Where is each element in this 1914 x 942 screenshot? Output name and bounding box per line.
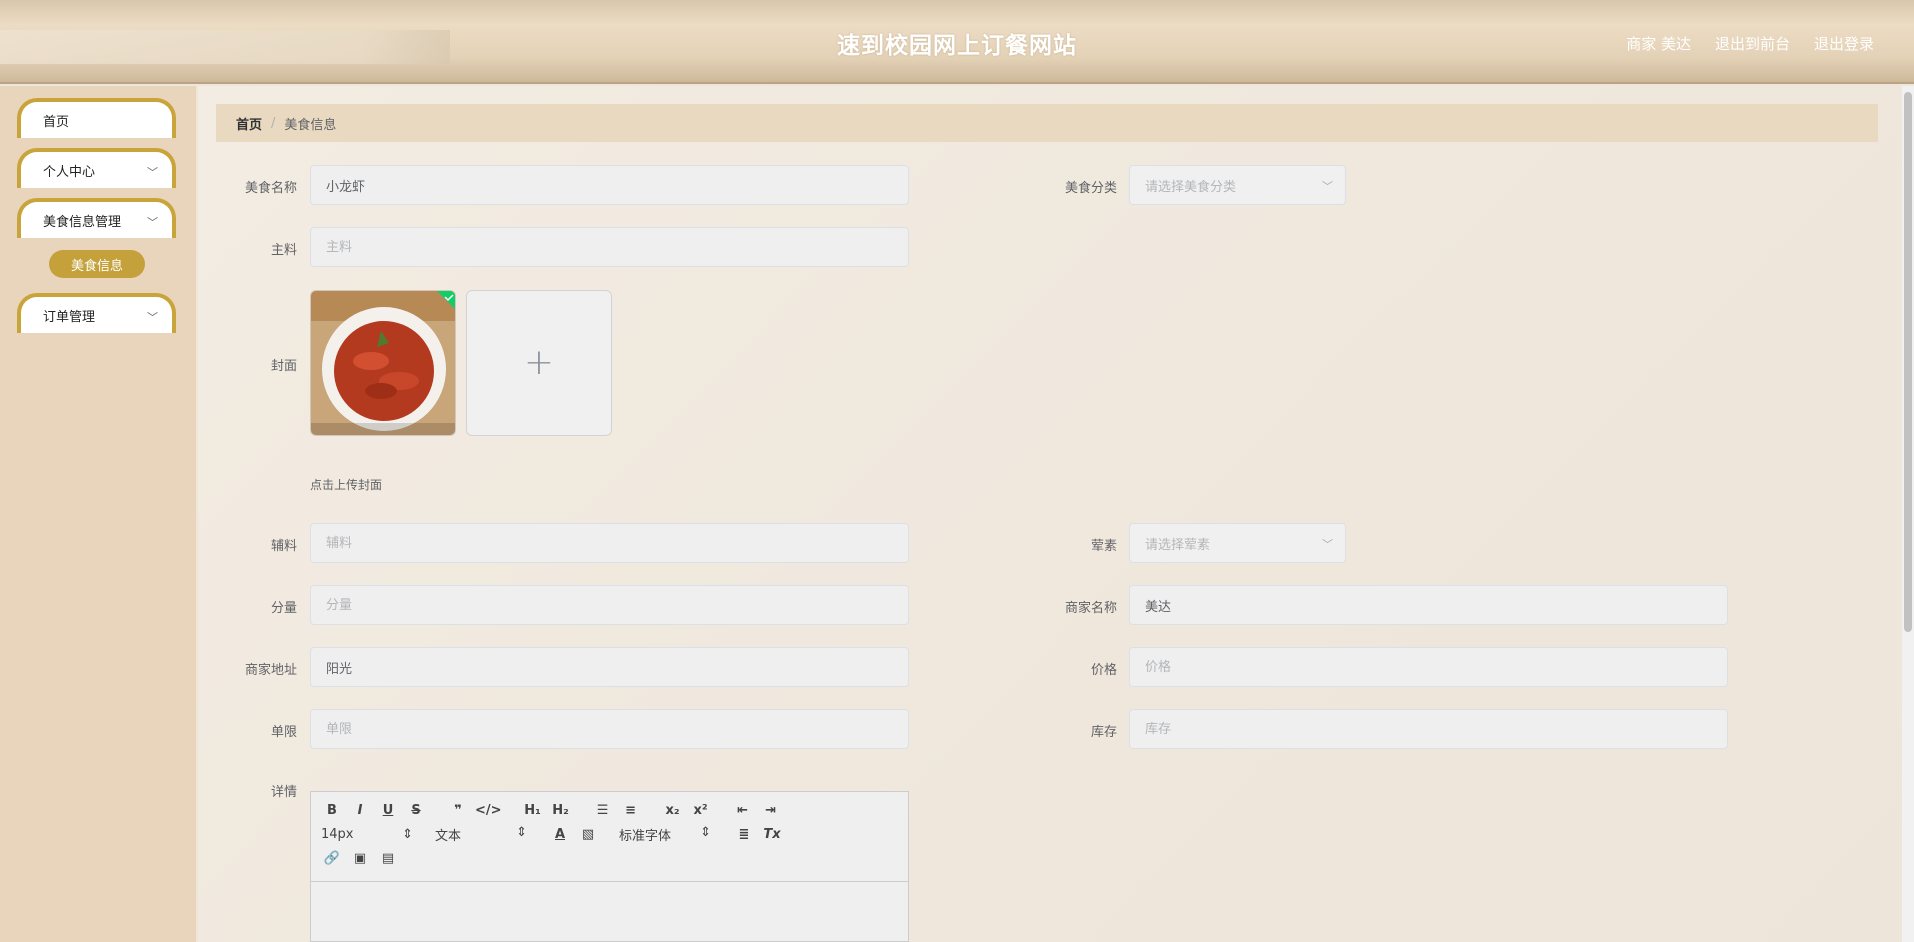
underline-icon[interactable]: U <box>377 803 399 818</box>
image-icon[interactable]: ▣ <box>349 851 371 866</box>
video-icon[interactable]: ▤ <box>377 851 399 866</box>
cover-label: 封面 <box>270 359 297 374</box>
page-scrollbar[interactable] <box>1902 86 1914 942</box>
chevron-down-icon: ﹀ <box>1322 538 1333 551</box>
order-limit-input[interactable] <box>310 709 909 749</box>
updown-icon: ⇕ <box>402 826 413 842</box>
scrollbar-thumb[interactable] <box>1904 92 1912 632</box>
cover-image[interactable] <box>310 290 456 436</box>
sidebar-item-home[interactable]: 首页 <box>17 98 176 138</box>
order-limit-label: 单限 <box>270 725 297 740</box>
sidebar-subitem-food-info[interactable]: 美食信息 <box>49 250 145 278</box>
breadcrumb-separator: / <box>271 115 276 131</box>
text-type-value: 文本 <box>435 828 462 844</box>
meat-veg-placeholder: 请选择荤素 <box>1145 537 1211 553</box>
main-ingredient-label: 主料 <box>270 243 297 258</box>
side-ingredient-label: 辅料 <box>270 539 297 554</box>
font-family-value: 标准字体 <box>619 828 672 844</box>
merchant-address-input[interactable] <box>310 647 909 687</box>
bold-icon[interactable]: B <box>321 803 343 818</box>
breadcrumb: 首页 / 美食信息 <box>216 104 1878 142</box>
breadcrumb-current: 美食信息 <box>284 117 337 133</box>
chevron-down-icon: ﹀ <box>147 216 158 229</box>
superscript-icon[interactable]: x² <box>690 803 712 818</box>
back-to-front-link[interactable]: 退出到前台 <box>1715 33 1790 54</box>
sidebar-item-label: 个人中心 <box>43 164 96 180</box>
code-block-icon[interactable]: </> <box>475 803 502 818</box>
price-label: 价格 <box>1090 663 1117 678</box>
cover-upload-hint: 点击上传封面 <box>310 478 383 492</box>
ordered-list-icon[interactable]: ☰ <box>592 803 614 818</box>
updown-icon: ⇕ <box>700 824 711 840</box>
sidebar-item-food-management[interactable]: 美食信息管理 ﹀ <box>17 198 176 238</box>
strikethrough-icon[interactable]: S <box>405 803 427 818</box>
rich-text-editor: B I U S ❞ </> H₁ H₂ ☰ ≡ x₂ x² ⇤ ⇥ 14px ⇕ … <box>310 791 909 942</box>
top-header: 速到校园网上订餐网站 商家 美达 退出到前台 退出登录 <box>0 0 1914 84</box>
background-color-icon[interactable]: ▧ <box>577 827 599 842</box>
cover-upload-button[interactable]: + <box>466 290 612 436</box>
portion-input[interactable] <box>310 585 909 625</box>
align-icon[interactable]: ≣ <box>733 827 755 842</box>
food-category-placeholder: 请选择美食分类 <box>1145 179 1237 195</box>
price-input[interactable] <box>1129 647 1728 687</box>
text-type-select[interactable]: 文本 ⇕ <box>435 825 527 844</box>
bullet-list-icon[interactable]: ≡ <box>620 803 642 818</box>
side-ingredient-input[interactable] <box>310 523 909 563</box>
merchant-address-label: 商家地址 <box>244 663 297 678</box>
font-size-select[interactable]: 14px ⇕ <box>321 827 413 842</box>
subscript-icon[interactable]: x₂ <box>662 803 684 818</box>
crayfish-image <box>311 291 455 435</box>
plus-icon: + <box>523 342 555 383</box>
italic-icon[interactable]: I <box>349 803 371 818</box>
merchant-name-label: 商家名称 <box>1064 601 1117 616</box>
font-size-value: 14px <box>321 826 354 842</box>
updown-icon: ⇕ <box>516 824 527 840</box>
editor-toolbar: B I U S ❞ </> H₁ H₂ ☰ ≡ x₂ x² ⇤ ⇥ 14px ⇕ … <box>311 792 908 882</box>
link-icon[interactable]: 🔗 <box>321 851 343 866</box>
sidebar: 首页 个人中心 ﹀ 美食信息管理 ﹀ 美食信息 订单管理 ﹀ <box>0 86 196 942</box>
chevron-down-icon: ﹀ <box>1322 180 1333 193</box>
outdent-icon[interactable]: ⇤ <box>732 803 754 818</box>
font-family-select[interactable]: 标准字体 ⇕ <box>619 825 711 844</box>
food-name-label: 美食名称 <box>244 181 297 196</box>
meat-veg-label: 荤素 <box>1090 539 1117 554</box>
clear-format-icon[interactable]: Tx <box>761 827 783 842</box>
food-name-input[interactable] <box>310 165 909 205</box>
sidebar-item-label: 首页 <box>43 114 70 130</box>
merchant-name-input[interactable] <box>1129 585 1728 625</box>
sidebar-item-label: 美食信息管理 <box>43 214 122 230</box>
main-ingredient-input[interactable] <box>310 227 909 267</box>
heading-2-icon[interactable]: H₂ <box>550 803 572 818</box>
breadcrumb-home[interactable]: 首页 <box>236 114 262 133</box>
sidebar-item-personal-center[interactable]: 个人中心 ﹀ <box>17 148 176 188</box>
heading-1-icon[interactable]: H₁ <box>522 803 544 818</box>
header-actions: 商家 美达 退出到前台 退出登录 <box>1626 33 1874 54</box>
blockquote-icon[interactable]: ❞ <box>447 803 469 818</box>
indent-icon[interactable]: ⇥ <box>760 803 782 818</box>
stock-label: 库存 <box>1090 725 1117 740</box>
meat-veg-select[interactable]: 请选择荤素 ﹀ <box>1129 523 1346 563</box>
editor-content-area[interactable] <box>311 882 908 942</box>
stock-input[interactable] <box>1129 709 1728 749</box>
chevron-down-icon: ﹀ <box>147 311 158 324</box>
chevron-down-icon: ﹀ <box>147 166 158 179</box>
logout-link[interactable]: 退出登录 <box>1814 33 1874 54</box>
food-category-label: 美食分类 <box>1064 181 1117 196</box>
font-color-icon[interactable]: A <box>549 827 571 842</box>
sidebar-item-label: 订单管理 <box>43 309 96 325</box>
portion-label: 分量 <box>270 601 297 616</box>
sidebar-item-order-management[interactable]: 订单管理 ﹀ <box>17 293 176 333</box>
current-user: 商家 美达 <box>1626 35 1691 53</box>
detail-label: 详情 <box>270 785 297 800</box>
food-category-select[interactable]: 请选择美食分类 ﹀ <box>1129 165 1346 205</box>
